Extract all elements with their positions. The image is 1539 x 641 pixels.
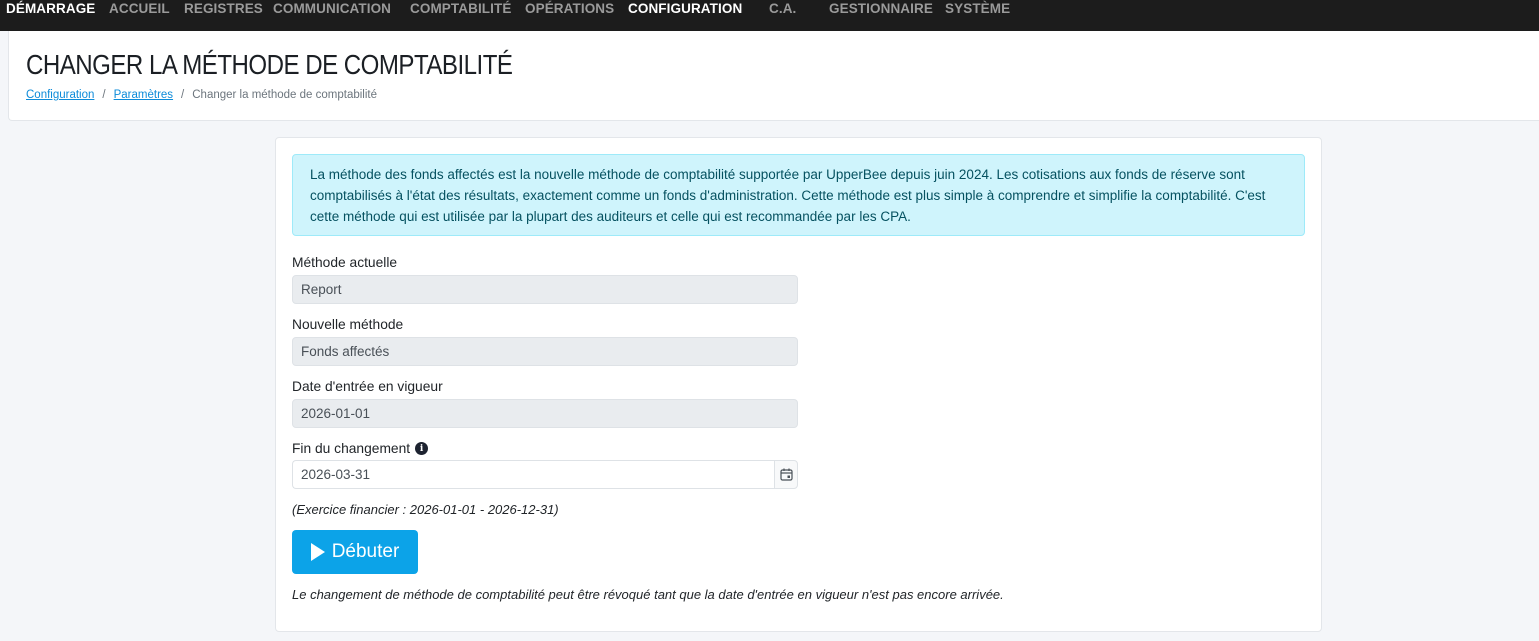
breadcrumb-separator: / (181, 89, 185, 101)
nav-item-accueil[interactable]: ACCUEIL (109, 1, 170, 16)
new-method-field[interactable] (292, 337, 798, 366)
breadcrumb-link-configuration[interactable]: Configuration (26, 89, 94, 101)
breadcrumb: Configuration / Paramètres / Changer la … (26, 89, 377, 101)
end-change-label-row: Fin du changement i (292, 441, 429, 456)
fiscal-year-note: (Exercice financier : 2026-01-01 - 2026-… (292, 502, 559, 517)
breadcrumb-separator: / (102, 89, 106, 101)
end-change-date-group (292, 460, 798, 489)
revoke-note: Le changement de méthode de comptabilité… (292, 587, 1004, 602)
calendar-icon (779, 468, 793, 481)
current-method-label: Méthode actuelle (292, 255, 398, 270)
info-alert: La méthode des fonds affectés est la nou… (292, 154, 1305, 236)
top-navbar: DÉMARRAGE ACCUEIL REGISTRES COMMUNICATIO… (0, 0, 1539, 31)
breadcrumb-link-parametres[interactable]: Paramètres (114, 89, 173, 101)
breadcrumb-current: Changer la méthode de comptabilité (192, 89, 378, 101)
form-card: La méthode des fonds affectés est la nou… (275, 137, 1322, 632)
nav-item-ca[interactable]: C.A. (769, 1, 796, 16)
play-icon (310, 543, 325, 561)
nav-item-configuration[interactable]: CONFIGURATION (628, 1, 742, 16)
info-circle-icon[interactable]: i (415, 442, 429, 455)
effective-date-field[interactable] (292, 399, 798, 428)
start-button-label: Débuter (331, 541, 400, 562)
end-change-label: Fin du changement (292, 441, 411, 456)
nav-item-operations[interactable]: OPÉRATIONS (525, 1, 614, 16)
nav-item-demarrage[interactable]: DÉMARRAGE (6, 1, 95, 16)
page-title: CHANGER LA MÉTHODE DE COMPTABILITÉ (26, 49, 513, 80)
current-method-field[interactable] (292, 275, 798, 304)
nav-item-systeme[interactable]: SYSTÈME (945, 1, 1010, 16)
calendar-button[interactable] (774, 460, 798, 489)
page-header: CHANGER LA MÉTHODE DE COMPTABILITÉ Confi… (8, 31, 1539, 121)
nav-item-registres[interactable]: REGISTRES (184, 1, 263, 16)
nav-item-comptabilite[interactable]: COMPTABILITÉ (410, 1, 511, 16)
new-method-label: Nouvelle méthode (292, 317, 404, 332)
end-change-date-input[interactable] (292, 460, 774, 489)
start-button[interactable]: Débuter (292, 530, 418, 574)
effective-date-label: Date d'entrée en vigueur (292, 379, 443, 394)
nav-item-gestionnaire[interactable]: GESTIONNAIRE (829, 1, 933, 16)
nav-item-communication[interactable]: COMMUNICATION (273, 1, 391, 16)
